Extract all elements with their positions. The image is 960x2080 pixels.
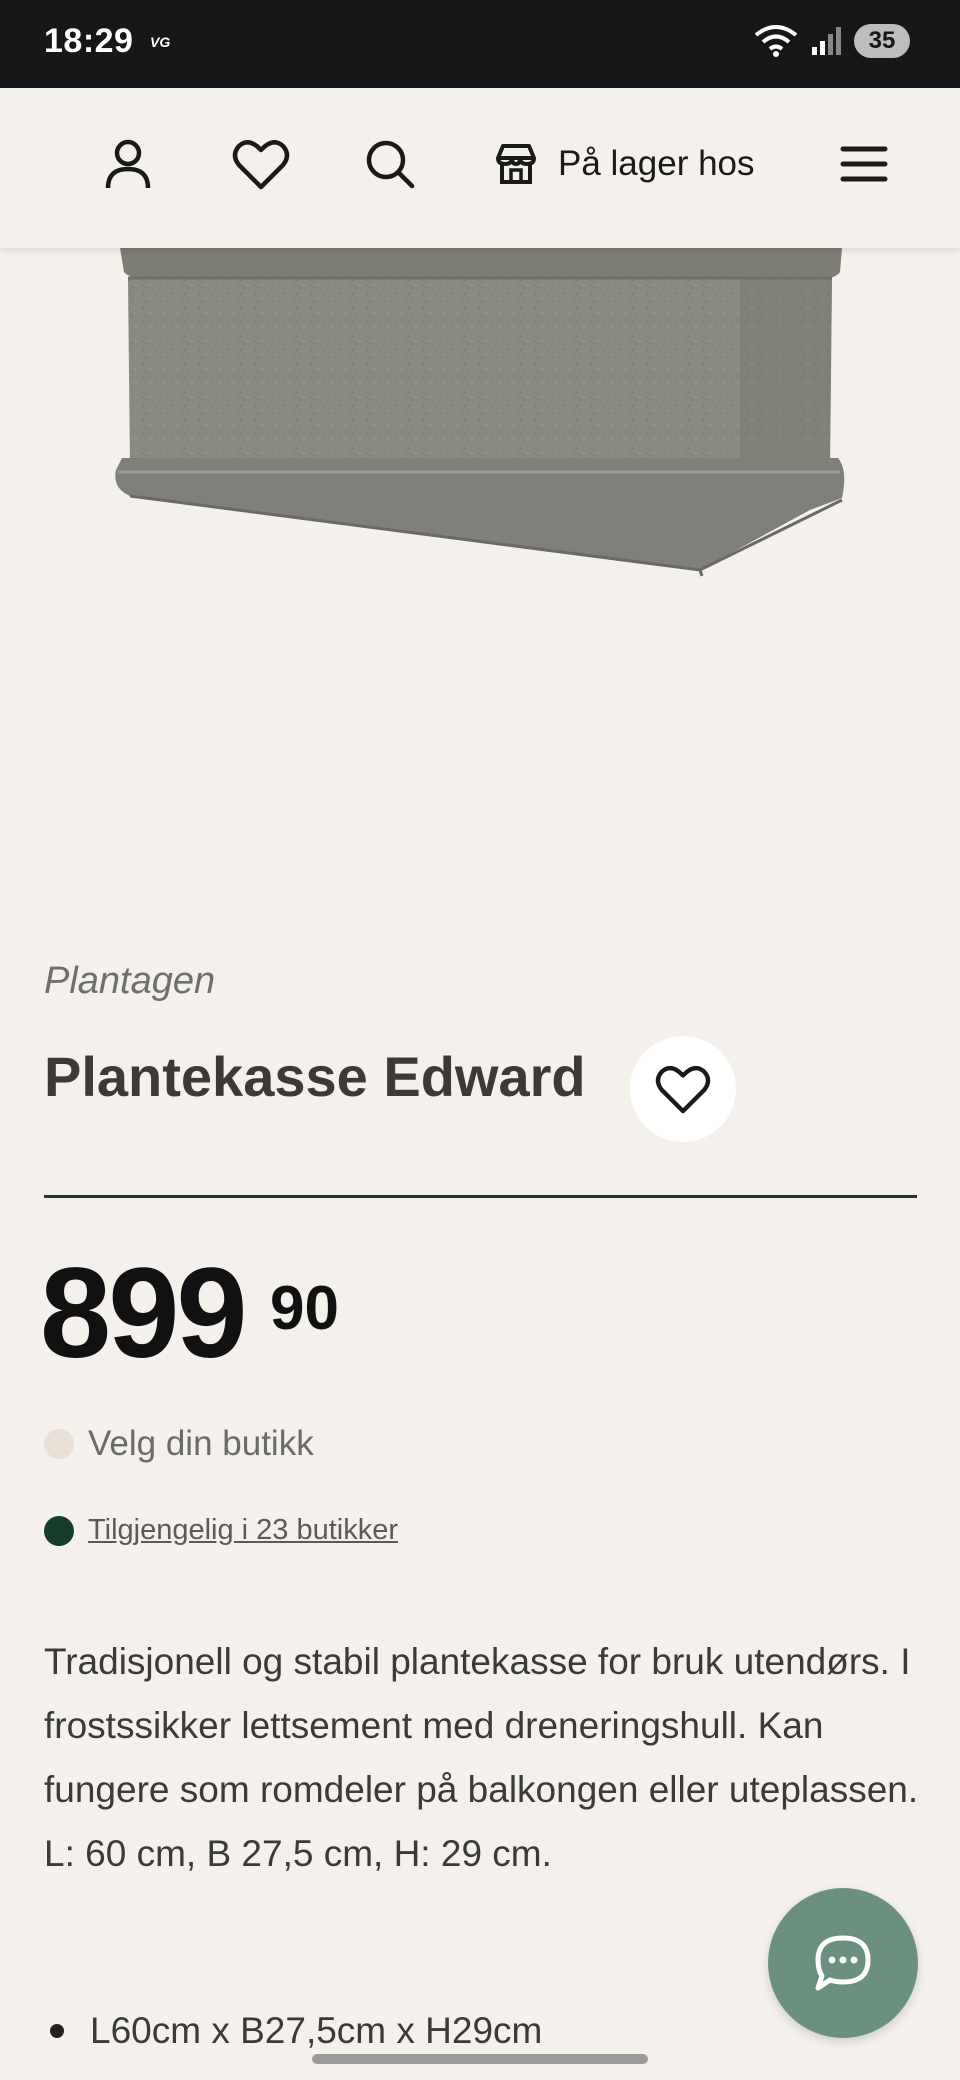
- bullet-icon: [50, 2024, 64, 2038]
- store-status-dot: [44, 1429, 74, 1459]
- heart-icon: [232, 140, 290, 190]
- planter-illustration: [115, 248, 845, 577]
- header-nav: På lager hos: [0, 88, 960, 248]
- chat-bubble-icon: [815, 1935, 871, 1991]
- menu-button[interactable]: [840, 124, 888, 204]
- carrier-badge: VG: [150, 34, 171, 50]
- spec-text: L60cm x B27,5cm x H29cm: [90, 2010, 543, 2051]
- spec-list-item: L60cm x B27,5cm x H29cm: [50, 2010, 542, 2052]
- signal-icon: [812, 27, 841, 55]
- account-button[interactable]: [100, 124, 156, 204]
- product-image[interactable]: [0, 248, 960, 888]
- price-cents: 90: [270, 1274, 339, 1343]
- heart-icon: [655, 1065, 711, 1114]
- divider: [44, 1195, 917, 1198]
- search-icon: [366, 140, 415, 189]
- availability-dot: [44, 1515, 74, 1546]
- in-stock-at-button[interactable]: På lager hos: [494, 124, 755, 204]
- status-time: 18:29: [44, 22, 134, 60]
- chat-button[interactable]: [768, 1888, 918, 2038]
- menu-icon: [840, 146, 888, 182]
- price-whole: 899: [40, 1242, 248, 1385]
- product-brand[interactable]: Plantagen: [44, 960, 215, 1003]
- home-indicator[interactable]: [312, 2054, 648, 2064]
- search-button[interactable]: [364, 124, 416, 204]
- status-icons: 35: [754, 24, 910, 58]
- add-to-favorites-button[interactable]: [630, 1036, 736, 1142]
- in-stock-at-label: På lager hos: [558, 144, 755, 183]
- wifi-icon: [754, 25, 798, 57]
- user-icon: [105, 139, 151, 189]
- availability-label: Tilgjengelig i 23 butikker: [88, 1514, 399, 1546]
- battery-indicator: 35: [854, 24, 910, 58]
- product-description: Tradisjonell og stabil plantekasse for b…: [44, 1641, 919, 1874]
- store-icon: [496, 144, 536, 184]
- select-store-label: Velg din butikk: [88, 1424, 314, 1463]
- status-bar: 18:29 VG 35: [0, 0, 960, 88]
- favorites-button[interactable]: [232, 124, 290, 204]
- product-title: Plantekasse Edward: [44, 1045, 586, 1108]
- availability-link[interactable]: Tilgjengelig i 23 butikker: [44, 1514, 398, 1547]
- select-store-button[interactable]: Velg din butikk: [44, 1424, 314, 1464]
